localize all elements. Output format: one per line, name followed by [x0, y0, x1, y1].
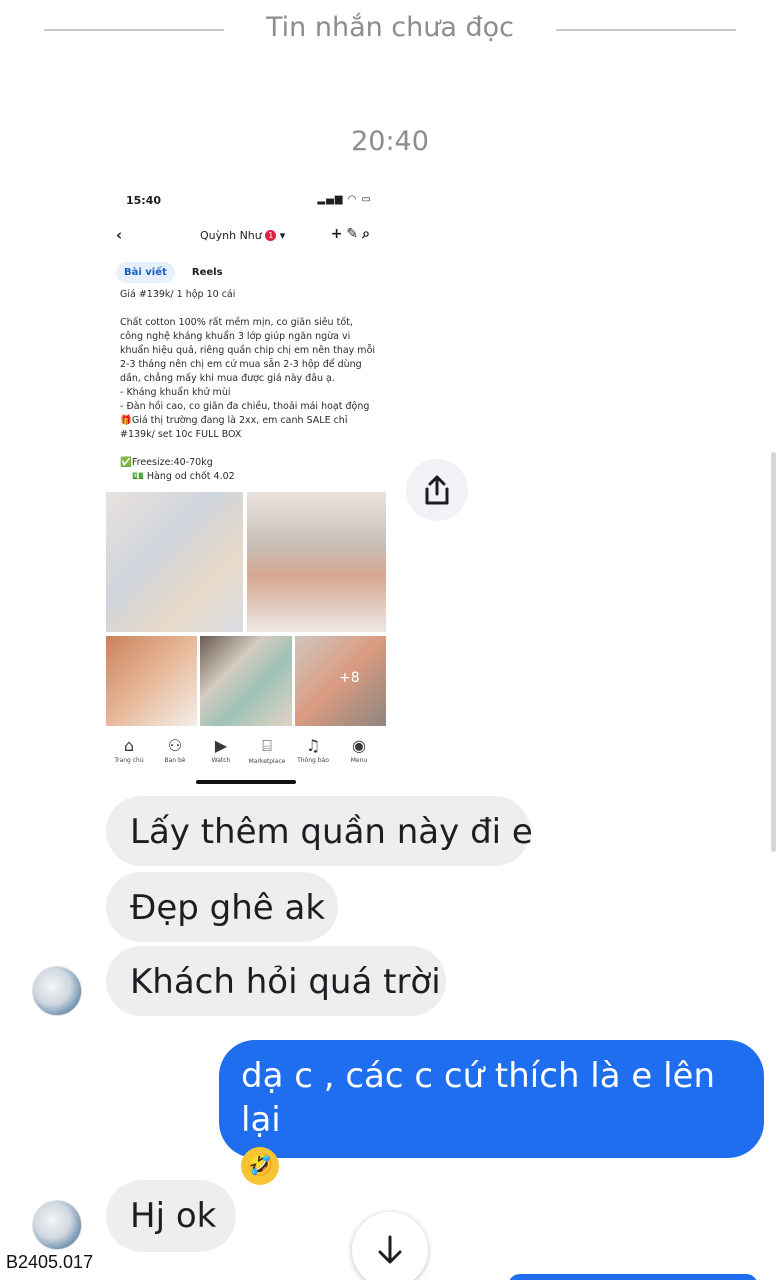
nav-label: Marketplace	[248, 758, 286, 765]
marketplace-icon: ⌸	[262, 736, 272, 755]
nav-label: Menu	[350, 757, 368, 764]
screenshot-nav-home: ⌂ Trang chủ	[106, 736, 152, 764]
share-button[interactable]	[406, 459, 468, 521]
screenshot-tab-posts: Bài viết	[116, 262, 175, 283]
sender-avatar[interactable]	[32, 1200, 82, 1250]
screenshot-nav-marketplace: ⌸ Marketplace	[244, 736, 290, 765]
post-line: Giá #139k/ 1 hộp 10 cái	[120, 289, 236, 300]
post-line: 2-3 tháng nên chị em cứ mua sẵn 2-3 hộp …	[120, 359, 362, 370]
product-photo-2	[247, 492, 386, 632]
unread-divider-label: Tin nhắn chưa đọc	[265, 12, 515, 43]
post-line: công nghệ kháng khuẩn 3 lớp giúp ngăn ng…	[120, 331, 351, 342]
screenshot-profile-name: Quỳnh Như 1 ▾	[200, 229, 286, 242]
watch-icon: ▶	[214, 736, 228, 755]
friends-icon: ⚇	[167, 736, 183, 755]
post-line: ✅Freesize:40-70kg	[120, 457, 213, 468]
screenshot-tab-reels: Reels	[191, 267, 223, 278]
screenshot-profile-header: ‹ Quỳnh Như 1 ▾ +✎⌕	[106, 226, 386, 248]
nav-label: Trang chủ	[114, 757, 144, 764]
share-icon	[425, 475, 449, 505]
message-bubble-outgoing-partial	[508, 1274, 758, 1280]
post-line: 🎁Giá thị trường đang là 2xx, em canh SAL…	[120, 415, 348, 426]
divider-line-right	[556, 29, 736, 31]
sender-avatar[interactable]	[32, 966, 82, 1016]
post-line: 💵 Hàng od chốt 4.02	[132, 471, 235, 482]
post-line: khuẩn hiệu quả, riêng quần chip chị em n…	[120, 345, 376, 356]
scrollbar[interactable]	[771, 452, 776, 852]
shared-screenshot-image[interactable]: 15:40 ▂▄▆ ◠ ▭ ‹ Quỳnh Như 1 ▾ +✎⌕ Bài vi…	[106, 186, 386, 792]
post-line: - Kháng khuẩn khử mùi	[120, 387, 231, 398]
post-line: #139k/ set 10c FULL BOX	[120, 429, 242, 440]
message-bubble-incoming[interactable]: Khách hỏi quá trời	[106, 946, 446, 1016]
post-line: Chất cotton 100% rất mềm mịn, co giãn si…	[120, 317, 353, 328]
screenshot-nav-notifications: ♫ Thông báo	[290, 736, 336, 764]
notification-badge: 1	[265, 230, 277, 241]
nav-label: Watch	[211, 757, 231, 764]
screenshot-status-time: 15:40	[126, 194, 162, 207]
more-photos-count: +8	[339, 670, 360, 686]
back-chevron-icon: ‹	[116, 226, 123, 244]
screenshot-header-actions: +✎⌕	[330, 226, 374, 242]
screenshot-bottom-nav: ⌂ Trang chủ ⚇ Bạn bè ▶ Watch ⌸ Marketplace ♫…	[106, 736, 386, 780]
rofl-emoji-icon: 🤣	[241, 1146, 279, 1185]
outgoing-message-text: dạ c , các c cứ thích là e lên lại	[241, 1056, 716, 1140]
product-photo-4	[200, 636, 292, 726]
menu-icon: ◉	[352, 736, 366, 755]
screenshot-tabs: Bài viết Reels	[116, 260, 235, 284]
screenshot-nav-menu: ◉ Menu	[336, 736, 382, 764]
message-bubble-incoming[interactable]: Hj ok	[106, 1180, 236, 1252]
post-line: dần, chẳng mấy khi mua được giá này đâu …	[120, 373, 335, 384]
message-timestamp: 20:40	[351, 126, 429, 157]
nav-label: Thông báo	[297, 757, 329, 764]
screenshot-post-text: Giá #139k/ 1 hộp 10 cái Chất cotton 100%…	[120, 288, 378, 484]
arrow-down-icon	[378, 1235, 402, 1264]
post-line: - Đàn hồi cao, co giãn đa chiều, thoải m…	[120, 401, 370, 412]
profile-name-text: Quỳnh Như	[200, 229, 262, 242]
watermark-code: B2405.017	[6, 1252, 94, 1272]
unread-divider: Tin nhắn chưa đọc	[0, 0, 780, 60]
home-indicator	[196, 780, 296, 784]
screenshot-status-icons: ▂▄▆ ◠ ▭	[317, 194, 372, 205]
scroll-to-bottom-button[interactable]	[352, 1212, 428, 1280]
message-bubble-outgoing[interactable]: dạ c , các c cứ thích là e lên lại 🤣	[219, 1040, 764, 1185]
message-bubble-incoming[interactable]: Đẹp ghê ak	[106, 872, 338, 942]
product-photo-5: +8	[295, 636, 386, 726]
screenshot-nav-friends: ⚇ Bạn bè	[152, 736, 198, 764]
product-photo-3	[106, 636, 197, 726]
home-icon: ⌂	[123, 736, 135, 755]
bell-icon: ♫	[305, 736, 321, 755]
screenshot-nav-watch: ▶ Watch	[198, 736, 244, 764]
message-bubble-incoming[interactable]: Lấy thêm quần này đi e	[106, 796, 533, 866]
product-photo-1	[106, 492, 243, 632]
nav-label: Bạn bè	[164, 757, 186, 764]
